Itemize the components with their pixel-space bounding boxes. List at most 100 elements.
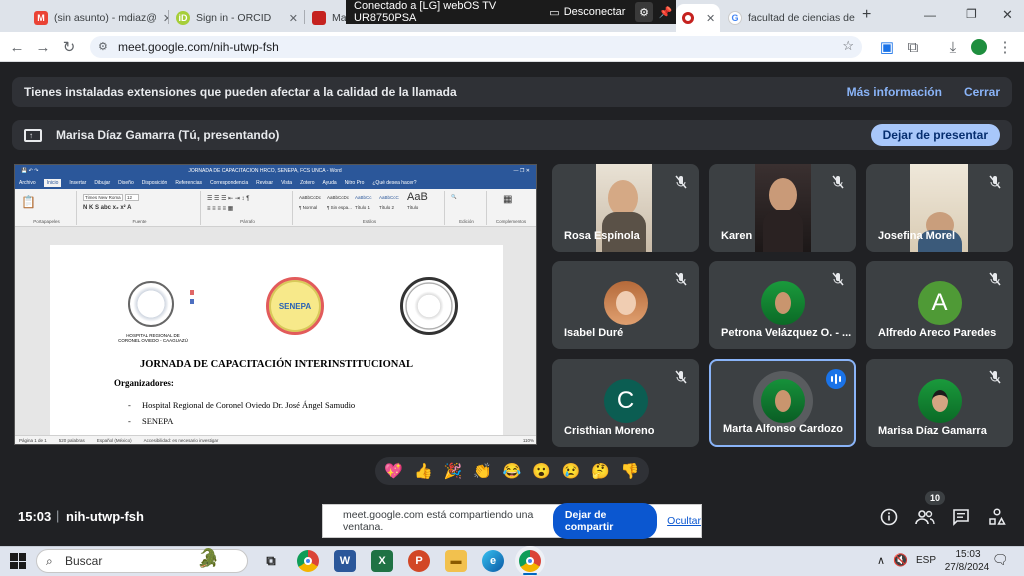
- separator: |: [56, 508, 60, 523]
- reaction-thinking[interactable]: 🤔: [591, 462, 610, 480]
- style-name: ¶ Normal: [299, 205, 318, 210]
- hide-link[interactable]: Ocultar: [667, 515, 701, 527]
- avatar[interactable]: [968, 36, 990, 58]
- windows-start-icon[interactable]: [10, 553, 26, 569]
- mic-off-icon: [832, 175, 844, 189]
- system-date[interactable]: 27/8/2024: [940, 562, 994, 573]
- participant-tile[interactable]: Isabel Duré: [552, 261, 699, 349]
- edge-icon[interactable]: e: [482, 550, 504, 572]
- more-info-link[interactable]: Más información: [847, 85, 942, 99]
- present-screen-icon: ↑: [24, 128, 42, 142]
- chat-icon[interactable]: [949, 505, 973, 529]
- people-icon[interactable]: [913, 505, 937, 529]
- reaction-sad[interactable]: 😢: [562, 462, 581, 480]
- participant-tile[interactable]: Karen: [709, 164, 856, 252]
- participant-tile[interactable]: A Alfredo Areco Paredes: [866, 261, 1013, 349]
- style-sample: AaBbCcDc: [299, 195, 322, 200]
- word-ribbon: 📋 Portapapeles Times New Roma 12 N K S a…: [15, 189, 536, 227]
- excel-icon[interactable]: X: [371, 550, 393, 572]
- word-icon[interactable]: W: [334, 550, 356, 572]
- tab-google-search[interactable]: G facultad de ciencias de ✕: [722, 4, 856, 32]
- style-name: ¶ Sin espa...: [327, 205, 352, 210]
- taskbar-search[interactable]: ⌕ Buscar 🐊: [36, 548, 248, 573]
- address-bar[interactable]: ⚙ meet.google.com/nih-utwp-fsh ☆: [90, 36, 862, 58]
- close-icon[interactable]: ✕: [855, 12, 856, 25]
- participant-tile[interactable]: C Cristhian Moreno: [552, 359, 699, 447]
- presenting-banner: ↑ Marisa Díaz Gamarra (Tú, presentando) …: [12, 120, 1012, 150]
- participant-tile[interactable]: Petrona Velázquez O. - ...: [709, 261, 856, 349]
- addins-icon: ▦: [503, 194, 513, 205]
- info-icon[interactable]: [877, 505, 901, 529]
- tray-chevron-icon[interactable]: ∧: [877, 554, 885, 567]
- mic-off-icon: [675, 370, 687, 384]
- close-icon[interactable]: ✕: [283, 12, 298, 25]
- word-window-title: JORNADA DE CAPACITACION HRCO, SENEPA, FC…: [188, 168, 342, 174]
- reaction-thumbs-down[interactable]: 👎: [621, 462, 640, 480]
- close-icon[interactable]: ✕: [700, 12, 715, 25]
- participant-name: Rosa Espínola: [564, 230, 640, 242]
- tab-meet[interactable]: ✕: [676, 4, 720, 32]
- new-tab-button[interactable]: +: [862, 6, 871, 24]
- reaction-clap[interactable]: 👏: [473, 462, 492, 480]
- language-indicator[interactable]: ESP: [916, 555, 936, 566]
- activities-icon[interactable]: [985, 505, 1009, 529]
- participant-tile[interactable]: Josefina Morel: [866, 164, 1013, 252]
- tab-gmail[interactable]: M (sin asunto) - mdiaz@ ✕: [28, 4, 168, 32]
- participant-avatar: [760, 379, 805, 423]
- reload-button[interactable]: ↻: [58, 36, 80, 58]
- disconnect-button[interactable]: ▭ Desconectar: [541, 0, 633, 24]
- clipboard-group: 📋 Portapapeles: [17, 191, 77, 225]
- back-button[interactable]: ←: [6, 36, 28, 58]
- notifications-icon[interactable]: 🗨: [992, 552, 1009, 568]
- extensions-icon[interactable]: ⧉: [902, 36, 924, 58]
- mic-off-icon: [675, 272, 687, 286]
- download-icon[interactable]: ⤓: [942, 36, 964, 58]
- style-sample: AaBbCc: [355, 195, 372, 200]
- task-view-icon[interactable]: ⧉: [260, 550, 282, 572]
- search-placeholder: Buscar: [65, 554, 103, 568]
- document-subheading: Organizadores:: [114, 378, 174, 388]
- participant-avatar: [917, 379, 962, 423]
- mic-off-icon: [989, 272, 1001, 286]
- menu-icon[interactable]: ⋮: [994, 36, 1016, 58]
- tab-orcid[interactable]: iD Sign in - ORCID ✕: [170, 4, 304, 32]
- reaction-surprised[interactable]: 😮: [532, 462, 551, 480]
- system-time[interactable]: 15:03: [946, 549, 990, 560]
- style-name: Título 2: [379, 205, 395, 210]
- stop-presenting-button[interactable]: Dejar de presentar: [870, 124, 1000, 146]
- stop-sharing-button[interactable]: Dejar de compartir: [552, 503, 658, 539]
- volume-muted-icon[interactable]: 🔇: [893, 553, 908, 567]
- word-status-bar: Página 1 de 1 520 palabras Español (Méxi…: [15, 435, 536, 444]
- participant-tile[interactable]: Rosa Espínola: [552, 164, 699, 252]
- minimize-button[interactable]: —: [924, 8, 936, 22]
- reaction-heart[interactable]: 💖: [384, 462, 403, 480]
- file-explorer-icon[interactable]: ▬: [445, 550, 467, 572]
- pin-icon[interactable]: 📌: [657, 2, 674, 22]
- chrome-icon[interactable]: [297, 550, 319, 572]
- reading-list-icon[interactable]: ▣: [876, 36, 898, 58]
- close-icon[interactable]: ✕: [157, 12, 168, 25]
- bookmark-star-icon[interactable]: ☆: [842, 38, 854, 54]
- presenting-text: Marisa Díaz Gamarra (Tú, presentando): [56, 128, 280, 142]
- window-close-button[interactable]: ✕: [1002, 7, 1013, 23]
- reaction-party[interactable]: 🎉: [444, 462, 463, 480]
- site-info-icon[interactable]: ⚙: [98, 40, 108, 53]
- close-warning-button[interactable]: Cerrar: [964, 85, 1000, 99]
- restore-button[interactable]: ❐: [966, 7, 977, 21]
- addins-group: ▦ Complementos: [489, 191, 533, 225]
- settings-icon[interactable]: ⚙: [635, 2, 653, 22]
- tab-mar[interactable]: Mar: [306, 4, 346, 32]
- word-tab: Archivo: [19, 180, 36, 186]
- forward-button[interactable]: →: [32, 36, 54, 58]
- tab-title: Mar: [332, 12, 346, 24]
- style-name: Título: [407, 205, 419, 210]
- chrome-active-icon[interactable]: [519, 550, 541, 572]
- faculty-seal-logo: [400, 277, 458, 335]
- participant-tile[interactable]: Marisa Díaz Gamarra: [866, 359, 1013, 447]
- bullet-dash: -: [128, 416, 131, 426]
- participant-tile-speaking[interactable]: Marta Alfonso Cardozo: [709, 359, 856, 447]
- powerpoint-icon[interactable]: P: [408, 550, 430, 572]
- reaction-thumbs-up[interactable]: 👍: [414, 462, 433, 480]
- participant-name: Marisa Díaz Gamarra: [878, 425, 987, 437]
- reaction-laugh[interactable]: 😂: [503, 462, 522, 480]
